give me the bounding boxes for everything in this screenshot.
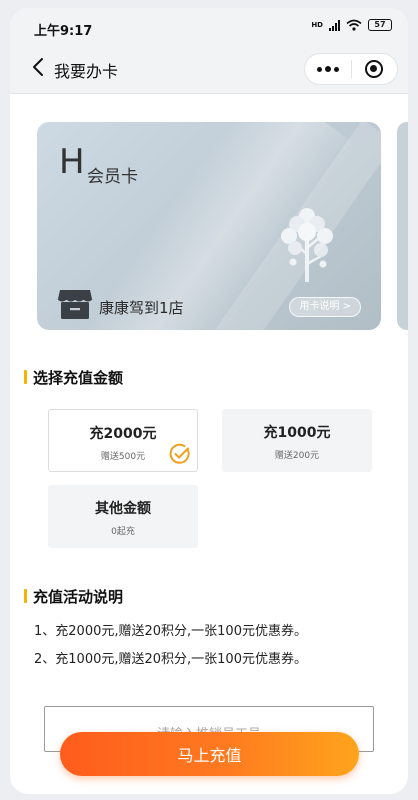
close-mini-program-button[interactable] [351, 54, 397, 84]
more-menu-button[interactable] [305, 54, 351, 84]
more-dot-icon [324, 66, 331, 72]
mini-program-capsule [304, 53, 398, 85]
activity-rule-line: 2、充1000元,赠送20积分,一张100元优惠券。 [34, 652, 307, 667]
recharge-now-button[interactable]: 马上充值 [60, 732, 359, 776]
amount-option-other[interactable]: 其他金额 0起充 [48, 485, 198, 548]
target-circle-icon [365, 60, 384, 78]
amount-option-title: 其他金额 [95, 501, 151, 517]
amount-option-title: 充2000元 [89, 426, 157, 442]
checkmark-icon [169, 443, 190, 464]
back-arrow-icon[interactable] [28, 56, 50, 78]
store-icon [57, 290, 93, 319]
nav-bar: 我要办卡 [10, 42, 408, 94]
signal-icon [329, 19, 340, 31]
amount-option-title: 充1000元 [263, 425, 331, 441]
amount-option-bonus: 赠送200元 [274, 451, 320, 461]
page-title: 我要办卡 [54, 62, 119, 81]
hd-network-icon: HD [311, 20, 323, 29]
activity-section-title: 充值活动说明 [24, 586, 123, 607]
tree-icon [281, 208, 333, 282]
wifi-icon [346, 19, 362, 31]
card-type-label: 会员卡 [87, 167, 138, 187]
more-dot-icon [316, 66, 322, 72]
status-bar: 上午9:17 HD 57 [10, 8, 408, 42]
card-usage-link[interactable]: 用卡说明 > [289, 297, 361, 317]
next-card-peek[interactable] [397, 122, 408, 330]
amount-section-title: 选择充值金额 [24, 367, 123, 388]
status-time: 上午9:17 [34, 24, 93, 39]
battery-icon: 57 [368, 19, 392, 31]
membership-card[interactable]: H 会员卡 康康驾到1店 用卡说明 > [37, 122, 381, 330]
phone-screen: 上午9:17 HD 57 我要办卡 H 会员卡 康康驾到1店 用卡说明 > 选择… [10, 8, 408, 794]
card-initial: H [59, 142, 85, 182]
activity-rule-line: 1、充2000元,赠送20积分,一张100元优惠券。 [34, 624, 307, 639]
amount-option-bonus: 0起充 [111, 527, 135, 537]
store-name: 康康驾到1店 [99, 299, 184, 317]
amount-option-2000[interactable]: 充2000元 赠送500元 [48, 409, 198, 472]
status-icons: HD 57 [311, 19, 392, 31]
more-dot-icon [333, 66, 339, 72]
amount-option-1000[interactable]: 充1000元 赠送200元 [222, 409, 372, 472]
